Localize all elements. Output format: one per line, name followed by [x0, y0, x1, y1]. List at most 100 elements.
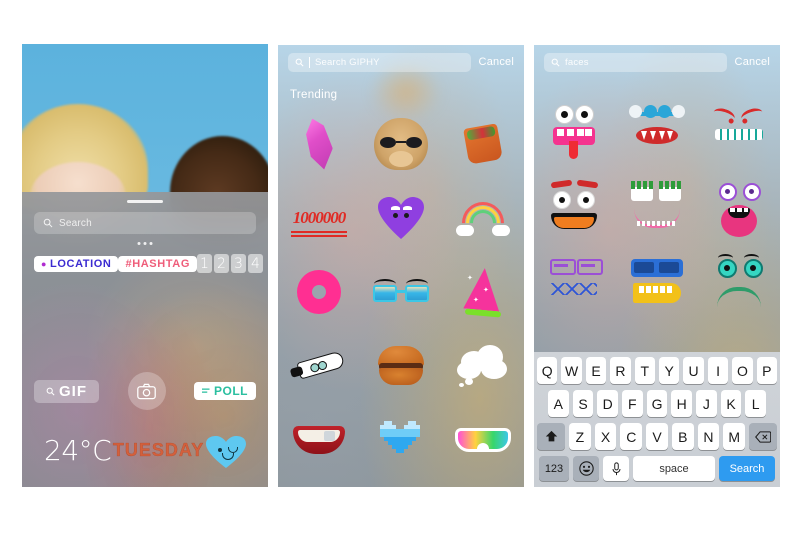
key-R[interactable]: R [610, 357, 631, 384]
sticker-row-2: GIF POLL [22, 372, 268, 410]
giphy-cancel-button[interactable]: Cancel [479, 56, 514, 68]
giphy-search-input[interactable]: Search GIPHY [288, 52, 471, 72]
key-A[interactable]: A [547, 390, 569, 417]
microphone-icon [612, 461, 620, 475]
shift-key[interactable] [537, 423, 565, 450]
purple-heart-face-sticker[interactable] [369, 186, 433, 250]
search-icon [295, 58, 304, 67]
key-B[interactable]: B [671, 423, 694, 450]
red-brows-orange-mouth-face[interactable] [543, 177, 607, 241]
purple-eyes-shocked-face[interactable] [707, 177, 771, 241]
key-H[interactable]: H [671, 390, 693, 417]
key-I[interactable]: I [707, 357, 729, 384]
pixel-heart-sticker[interactable] [369, 408, 433, 472]
rainbow-visor-sticker[interactable] [451, 408, 515, 472]
faces-search-input[interactable]: faces [544, 52, 727, 72]
cigarette-character-sticker[interactable] [287, 334, 351, 398]
key-F[interactable]: F [622, 390, 643, 417]
page-indicator-dots [137, 242, 153, 245]
key-K[interactable]: K [720, 390, 742, 417]
story-photo-background [22, 44, 268, 232]
key-T[interactable]: T [634, 357, 655, 384]
pixel [400, 449, 404, 453]
teal-eyes-frown-face[interactable] [707, 253, 771, 317]
sheet-grabber-handle[interactable] [127, 200, 163, 203]
keyboard-row-4: 123 space Search [537, 456, 777, 481]
key-W[interactable]: W [561, 357, 582, 384]
keyboard-row-1: QWERTYUIOP [536, 357, 778, 384]
donut-sticker[interactable] [287, 260, 351, 324]
grillz-mouth-sticker[interactable] [287, 408, 351, 472]
key-M[interactable]: M [723, 423, 746, 450]
numbers-key[interactable]: 123 [539, 456, 569, 481]
burger-sticker[interactable] [369, 334, 433, 398]
dot [143, 242, 147, 245]
sticker-row-3: 24°C TUESDAY [22, 432, 268, 468]
key-Q[interactable]: Q [536, 357, 558, 384]
key-Z[interactable]: Z [569, 423, 591, 450]
key-G[interactable]: G [646, 390, 668, 417]
search-icon [551, 58, 560, 67]
purple-brows-zigzag-face[interactable] [543, 253, 607, 317]
keyboard-row-3: ZXCVBNM [537, 423, 777, 450]
key-J[interactable]: J [696, 390, 717, 417]
green-lids-pink-smile-face[interactable] [625, 177, 689, 241]
giphy-search-placeholder: Search GIPHY [315, 56, 380, 68]
dot [149, 242, 153, 245]
key-V[interactable]: V [646, 423, 668, 450]
shift-arrow-icon [545, 430, 557, 442]
key-E[interactable]: E [585, 357, 607, 384]
key-X[interactable]: X [594, 423, 617, 450]
key-C[interactable]: C [620, 423, 643, 450]
location-sticker[interactable]: ● LOCATION [34, 255, 119, 272]
faces-sticker-grid [534, 95, 780, 323]
googly-eyes-tongue-face[interactable] [543, 101, 607, 165]
rainbow-clouds-sticker[interactable] [451, 186, 515, 253]
angry-brows-teeth-face[interactable] [707, 101, 771, 165]
key-S[interactable]: S [572, 390, 594, 417]
faces-top-bar: faces Cancel [534, 45, 780, 79]
poll-sticker-button[interactable]: POLL [194, 382, 256, 400]
poll-bars-icon [202, 388, 210, 393]
1000000-text-sticker[interactable]: 1000000 [287, 186, 351, 250]
blue-sunglasses-yellow-grin-face[interactable] [625, 253, 689, 317]
giphy-top-bar: Search GIPHY Cancel [278, 45, 524, 79]
party-hat-sticker[interactable]: ✦ ✦ ✦ [451, 260, 515, 324]
key-O[interactable]: O [732, 357, 753, 384]
winking-heart-sticker[interactable] [206, 432, 246, 468]
crystal-sticker[interactable] [287, 112, 351, 176]
pin-icon: ● [41, 258, 48, 269]
backspace-key[interactable] [749, 423, 777, 450]
countdown-sticker[interactable]: 1 2 3 4 [196, 254, 263, 273]
key-L[interactable]: L [745, 390, 767, 417]
eyelash-sunglasses-sticker[interactable] [369, 260, 433, 324]
taco-sticker[interactable] [451, 112, 515, 176]
ball-eyes-red-mouth-face[interactable] [625, 101, 689, 165]
trending-section-title: Trending [290, 89, 338, 101]
key-Y[interactable]: Y [659, 357, 680, 384]
screenshot-root: Search ● LOCATION #HASHTAG 1 2 3 4 GIF P… [0, 0, 800, 533]
keyboard-row-2: ASDFGHJKL [537, 390, 777, 417]
microphone-key[interactable] [603, 456, 629, 481]
pixel [416, 433, 420, 437]
faces-cancel-button[interactable]: Cancel [735, 56, 770, 68]
panel-sticker-tray: Search ● LOCATION #HASHTAG 1 2 3 4 GIF P… [22, 44, 268, 487]
dog-sunglasses-sticker[interactable] [369, 112, 433, 176]
hashtag-sticker[interactable]: #HASHTAG [118, 255, 197, 272]
text-sticker-label: 1000000 [290, 208, 347, 233]
key-P[interactable]: P [756, 357, 778, 384]
thought-cloud-sticker[interactable] [451, 334, 515, 398]
key-U[interactable]: U [683, 357, 704, 384]
emoji-key[interactable] [573, 456, 599, 481]
countdown-digit: 4 [247, 254, 263, 273]
weekday-sticker[interactable]: TUESDAY [113, 439, 204, 461]
key-D[interactable]: D [597, 390, 618, 417]
key-N[interactable]: N [697, 423, 720, 450]
pixel [404, 445, 408, 449]
space-key[interactable]: space [633, 456, 715, 481]
camera-sticker-button[interactable] [127, 372, 166, 410]
sticker-search-input[interactable]: Search [34, 212, 256, 234]
temperature-sticker[interactable]: 24°C [44, 434, 112, 467]
gif-sticker-button[interactable]: GIF [34, 379, 99, 403]
search-return-key[interactable]: Search [719, 456, 775, 481]
